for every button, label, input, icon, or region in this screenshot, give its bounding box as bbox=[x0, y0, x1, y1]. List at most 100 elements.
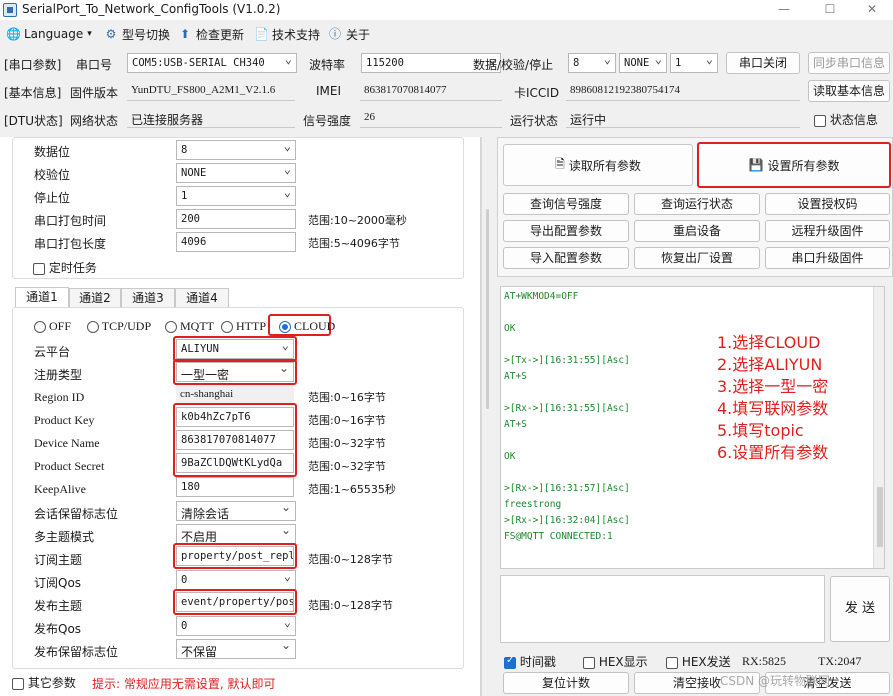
mode-cloud-radio[interactable]: CLOUD bbox=[279, 319, 335, 334]
parity-select[interactable]: NONE bbox=[619, 53, 667, 73]
pub-retain-select[interactable]: 不保留 bbox=[176, 639, 296, 659]
stop-bits-select[interactable]: 1 bbox=[670, 53, 718, 73]
annotation-step-2: 2.选择ALIYUN bbox=[717, 355, 823, 374]
timestamp-checkbox[interactable]: 时间戳 bbox=[504, 653, 556, 670]
tab-channel-2[interactable]: 通道2 bbox=[69, 288, 121, 308]
device-name-input[interactable]: 863817070814077 bbox=[176, 430, 294, 450]
import-config-button[interactable]: 导入配置参数 bbox=[503, 247, 629, 269]
session-flag-select[interactable]: 清除会话 bbox=[176, 501, 296, 521]
product-key-input[interactable]: k0b4hZc7pT6 bbox=[176, 407, 294, 427]
read-all-params-button[interactable]: 🗎 读取所有参数 bbox=[503, 144, 693, 186]
register-type-select[interactable]: 一型一密 bbox=[176, 362, 294, 382]
receive-console[interactable]: AT+WKMOD4=OFF OK >[Tx->][16:31:55][Asc] … bbox=[500, 286, 885, 569]
hex-send-checkbox[interactable]: HEX发送 bbox=[666, 653, 731, 670]
minimize-icon[interactable]: — bbox=[762, 0, 806, 20]
status-info-checkbox[interactable]: 状态信息 bbox=[814, 111, 878, 128]
restart-device-button[interactable]: 重启设备 bbox=[634, 220, 760, 242]
port-select[interactable]: COM5:USB-SERIAL CH340 bbox=[127, 53, 297, 73]
export-config-button[interactable]: 导出配置参数 bbox=[503, 220, 629, 242]
sub-qos-select[interactable]: 0 bbox=[176, 570, 296, 590]
model-switch-label: 型号切换 bbox=[122, 27, 171, 42]
keepalive-range: 范围:1~65535秒 bbox=[308, 483, 396, 496]
check-update-button[interactable]: ⬆ 检查更新 bbox=[178, 25, 244, 43]
mode-mqtt-radio[interactable]: MQTT bbox=[165, 319, 214, 334]
radio-cloud-icon bbox=[279, 321, 291, 334]
annotation-step-5: 5.填写topic bbox=[717, 421, 804, 440]
upload-arrow-icon: ⬆ bbox=[179, 27, 191, 41]
reset-count-button[interactable]: 复位计数 bbox=[503, 672, 629, 694]
platform-select[interactable]: ALIYUN bbox=[176, 339, 294, 359]
set-auth-code-button[interactable]: 设置授权码 bbox=[765, 193, 890, 215]
tab-channel-4[interactable]: 通道4 bbox=[175, 288, 229, 308]
query-signal-button[interactable]: 查询信号强度 bbox=[503, 193, 629, 215]
remote-upgrade-button[interactable]: 远程升级固件 bbox=[765, 220, 890, 242]
keepalive-input[interactable]: 180 bbox=[176, 477, 294, 497]
data-bits-combo[interactable]: 8 bbox=[176, 140, 296, 160]
timer-task-checkbox[interactable]: 定时任务 bbox=[33, 259, 97, 276]
set-all-params-button[interactable]: 💾 设置所有参数 bbox=[697, 142, 891, 188]
mode-http-label: HTTP bbox=[236, 319, 266, 333]
serial-upgrade-button[interactable]: 串口升级固件 bbox=[765, 247, 890, 269]
tab-channel-3[interactable]: 通道3 bbox=[121, 288, 175, 308]
console-line: AT+S bbox=[504, 371, 527, 382]
region-id-input[interactable]: cn-shanghai bbox=[176, 385, 294, 405]
mode-http-radio[interactable]: HTTP bbox=[221, 319, 266, 334]
parity-combo[interactable]: NONE bbox=[176, 163, 296, 183]
query-run-status-button[interactable]: 查询运行状态 bbox=[634, 193, 760, 215]
timestamp-check-icon bbox=[504, 655, 516, 669]
send-button[interactable]: 发 送 bbox=[830, 576, 890, 642]
sub-topic-input[interactable]: property/post_reply bbox=[176, 546, 294, 566]
title-bar: SerialPort_To_Network_ConfigTools (V1.0.… bbox=[0, 0, 893, 20]
status-info-check-icon bbox=[814, 114, 826, 127]
tech-support-button[interactable]: 📄 技术支持 bbox=[254, 25, 320, 43]
multi-topic-select[interactable]: 不启用 bbox=[176, 524, 296, 544]
model-switch-button[interactable]: ⚙ 型号切换 bbox=[104, 25, 170, 43]
pack-length-label: 串口打包长度 bbox=[34, 237, 107, 251]
product-key-range: 范围:0~16字节 bbox=[308, 414, 386, 427]
pack-length-input[interactable]: 4096 bbox=[176, 232, 296, 252]
factory-reset-button[interactable]: 恢复出厂设置 bbox=[634, 247, 760, 269]
dtu-section-label: [DTU状态] bbox=[4, 114, 63, 128]
timer-task-label: 定时任务 bbox=[48, 261, 97, 275]
mode-off-label: OFF bbox=[49, 319, 72, 333]
scroll-thumb[interactable] bbox=[486, 209, 489, 409]
console-scrollbar[interactable] bbox=[873, 287, 884, 568]
stop-bits-combo[interactable]: 1 bbox=[176, 186, 296, 206]
iccid-label: 卡ICCID bbox=[514, 86, 560, 100]
product-secret-input[interactable]: 9BaZClDQWtKLydQa bbox=[176, 453, 294, 473]
annotation-step-4: 4.填写联网参数 bbox=[717, 399, 829, 418]
maximize-icon[interactable]: ☐ bbox=[808, 0, 852, 20]
sync-serial-button[interactable]: 同步串口信息 bbox=[808, 52, 890, 74]
signal-value: 26 bbox=[360, 108, 502, 128]
send-input[interactable] bbox=[500, 575, 825, 643]
pub-qos-label: 发布Qos bbox=[34, 622, 82, 636]
other-params-checkbox[interactable]: 其它参数 bbox=[12, 674, 76, 691]
pub-topic-input[interactable]: event/property/post bbox=[176, 592, 294, 612]
tab-channel-1[interactable]: 通道1 bbox=[15, 287, 69, 308]
pack-time-input[interactable]: 200 bbox=[176, 209, 296, 229]
read-basic-info-button[interactable]: 读取基本信息 bbox=[808, 80, 890, 102]
pub-retain-label: 发布保留标志位 bbox=[34, 645, 119, 659]
pub-qos-select[interactable]: 0 bbox=[176, 616, 296, 636]
language-menu[interactable]: 🌐 Language ▾ bbox=[6, 25, 92, 43]
serial-close-button[interactable]: 串口关闭 bbox=[726, 52, 800, 74]
data-bits-select[interactable]: 8 bbox=[568, 53, 616, 73]
close-icon[interactable]: ✕ bbox=[850, 0, 893, 20]
about-button[interactable]: ⓘ 关于 bbox=[328, 25, 370, 43]
pub-topic-label: 发布主题 bbox=[34, 599, 83, 613]
read-all-label: 读取所有参数 bbox=[568, 158, 641, 173]
mode-off-radio[interactable]: OFF bbox=[34, 319, 71, 334]
pack-time-range: 范围:10~2000毫秒 bbox=[308, 214, 407, 227]
left-config-panel: 数据位 8 校验位 NONE 停止位 1 串口打包时间 200 范围:10~20… bbox=[0, 137, 481, 696]
mode-tcpudp-radio[interactable]: TCP/UDP bbox=[87, 319, 151, 334]
platform-label: 云平台 bbox=[34, 345, 71, 359]
register-type-label: 注册类型 bbox=[34, 368, 83, 382]
hex-display-checkbox[interactable]: HEX显示 bbox=[583, 653, 648, 670]
mode-mqtt-label: MQTT bbox=[180, 319, 214, 333]
region-id-range: 范围:0~16字节 bbox=[308, 391, 386, 404]
mode-cloud-label: CLOUD bbox=[294, 319, 336, 333]
left-panel-scrollbar[interactable] bbox=[481, 137, 493, 696]
hint-text: 提示: 常规应用无需设置, 默认即可 bbox=[92, 677, 276, 691]
console-scroll-thumb[interactable] bbox=[877, 487, 883, 547]
rx-counter: RX:5825 bbox=[742, 654, 787, 668]
